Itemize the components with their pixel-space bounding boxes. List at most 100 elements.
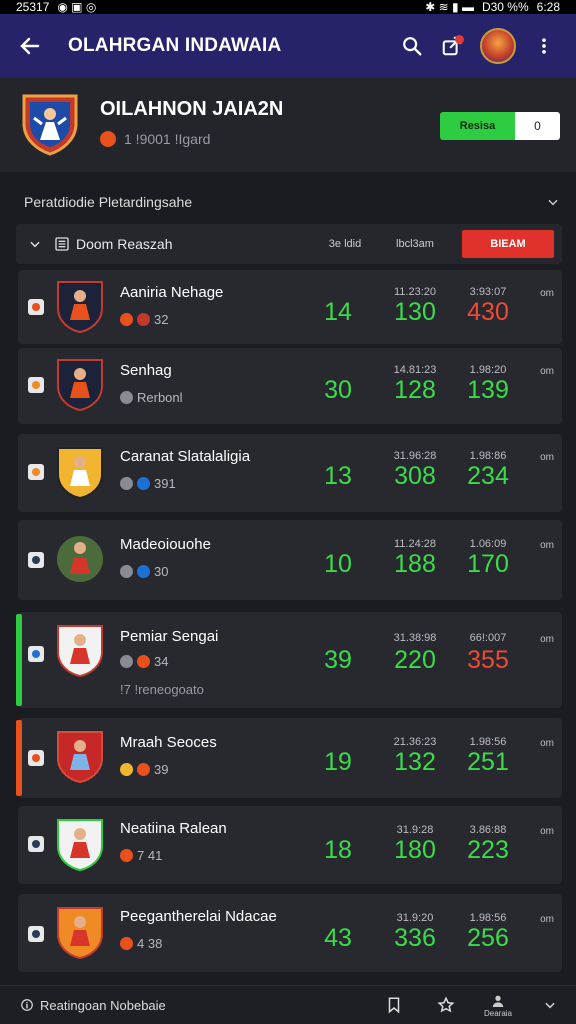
stat-value-2: 128 (394, 376, 436, 404)
chevron-down-icon (548, 199, 558, 206)
player-card[interactable]: Madeoiouohe 30 10 11.24:28 188 1.06:09 1… (18, 520, 562, 600)
stat-value-2: 308 (394, 462, 436, 490)
bookmark-icon (388, 997, 400, 1014)
list-title: Doom Reaszah (54, 236, 309, 252)
section-header[interactable]: Peratdiodie Pletardingsahe (24, 186, 560, 218)
profile-button[interactable]: Dearaia (472, 987, 524, 1023)
player-meta-text: 32 (154, 312, 169, 327)
player-card[interactable]: Aaniria Nehage 32 14 11.23:20 130 3:93:0… (18, 270, 562, 344)
stat-value-2: 188 (394, 550, 436, 578)
row-checkbox[interactable] (28, 299, 44, 315)
player-card[interactable]: Mraah Seoces 39 19 21.36:23 132 1.98:56 … (16, 718, 562, 798)
column-header-1[interactable]: 3e ldid (309, 238, 381, 250)
stat-value-2: 220 (394, 646, 436, 674)
bottom-label: Reatingoan Nobebaie (40, 997, 166, 1013)
row-checkbox[interactable] (28, 750, 44, 766)
stat-time-2: 31.9:28 (396, 824, 434, 836)
stat-value-1: 19 (324, 748, 352, 776)
stat-value-3: 223 (467, 836, 509, 864)
toggle-left[interactable]: Resisa (440, 112, 515, 140)
segmented-toggle[interactable]: Resisa 0 (440, 112, 560, 140)
app-bar: OLAHRGAN INDAWAIA (0, 14, 576, 78)
player-card[interactable]: Caranat Slatalaligia 391 13 31.96:28 308… (18, 434, 562, 512)
team-avatar[interactable] (480, 28, 516, 64)
bookmark-button[interactable] (368, 987, 420, 1023)
player-avatar (57, 907, 103, 960)
expand-button[interactable] (524, 987, 576, 1023)
row-checkbox[interactable] (28, 377, 44, 393)
stat-unit: om (540, 366, 554, 377)
stat-time-2: 31.96:28 (393, 450, 437, 462)
stat-time-3: 66!:007 (469, 632, 507, 644)
player-name: Caranat Slatalaligia (120, 448, 251, 465)
stat-value-1: 13 (324, 462, 352, 490)
player-name: Madeoiouohe (120, 536, 211, 553)
favorite-button[interactable] (420, 987, 472, 1023)
stat-value-3: 139 (467, 376, 509, 404)
check-dot (32, 754, 40, 762)
player-avatar (57, 819, 103, 872)
filter-button[interactable]: BIEAM (462, 230, 554, 258)
player-meta-text: 7 41 (137, 848, 163, 863)
player-card[interactable]: Senhag Rerbonl 30 14.81:23 128 1.98:20 1… (18, 348, 562, 424)
badge-icon (120, 763, 133, 776)
stat-value-1: 39 (324, 646, 352, 674)
stat-time-2: 11.24:28 (393, 538, 436, 550)
column-header-2[interactable]: lbcl3am (381, 238, 449, 250)
player-name: Neatiina Ralean (120, 820, 227, 837)
stat-time-2: 31.9:20 (396, 912, 434, 924)
collapse-button[interactable] (16, 237, 54, 251)
player-meta: 34 (120, 654, 168, 669)
stat-time-3: 1.98:20 (469, 364, 507, 376)
check-dot (32, 930, 40, 938)
player-name: Aaniria Nehage (120, 284, 224, 301)
search-button[interactable] (392, 26, 432, 66)
battery-text: D30 %% (481, 0, 529, 14)
player-card[interactable]: Pemiar Sengai 34 !7 !reneogoato 39 31.38… (16, 612, 562, 708)
player-meta: 7 41 (120, 848, 162, 863)
player-card[interactable]: Peegantherelai Ndacae 4 38 43 31.9:20 33… (18, 894, 562, 972)
stat-value-1: 14 (324, 298, 352, 326)
player-meta: 4 38 (120, 936, 162, 951)
stat-value-1: 30 (324, 376, 352, 404)
info-icon (21, 999, 33, 1011)
stat-time-3: 1.06:09 (469, 538, 507, 550)
player-meta-text: Rerbonl (137, 390, 183, 405)
player-name: Mraah Seoces (120, 734, 217, 751)
player-card[interactable]: Neatiina Ralean 7 41 18 31.9:28 180 3.86… (18, 806, 562, 884)
player-avatar (57, 281, 103, 334)
badge-icon (137, 763, 150, 776)
stat-value-2: 180 (394, 836, 436, 864)
more-button[interactable] (524, 26, 564, 66)
player-meta-text: 30 (154, 564, 169, 579)
back-button[interactable] (12, 28, 48, 64)
stat-time-2: 21.36:23 (393, 736, 437, 748)
badge-icon (120, 565, 133, 578)
stat-value-1: 10 (324, 550, 352, 578)
stat-value-3: 430 (467, 298, 509, 326)
status-time: 25317 (16, 0, 50, 14)
more-vert-icon (542, 38, 546, 54)
badge-icon (137, 313, 150, 326)
player-meta-text: 4 38 (137, 936, 163, 951)
row-checkbox[interactable] (28, 646, 44, 662)
signal-icons: ✱ ≋ ▮ ▬ (425, 0, 474, 14)
check-dot (32, 650, 40, 658)
search-icon (403, 37, 422, 56)
stat-value-2: 336 (394, 924, 436, 952)
bottom-info[interactable]: Reatingoan Nobebaie (20, 998, 368, 1013)
row-checkbox[interactable] (28, 552, 44, 568)
toggle-right[interactable]: 0 (515, 112, 560, 140)
arrow-left-icon (20, 37, 40, 55)
notification-icon: ◉ ▣ ◎ (57, 0, 97, 14)
notifications-button[interactable] (432, 26, 472, 66)
status-accent (16, 614, 22, 706)
row-checkbox[interactable] (28, 836, 44, 852)
stat-unit: om (540, 452, 554, 463)
status-bar: 25317 ◉ ▣ ◎ ✱ ≋ ▮ ▬ D30 %% 6:28 (0, 0, 576, 14)
badge-icon (120, 655, 133, 668)
row-checkbox[interactable] (28, 926, 44, 942)
player-avatar (57, 731, 103, 784)
stat-time-3: 1.98:56 (469, 912, 507, 924)
row-checkbox[interactable] (28, 464, 44, 480)
